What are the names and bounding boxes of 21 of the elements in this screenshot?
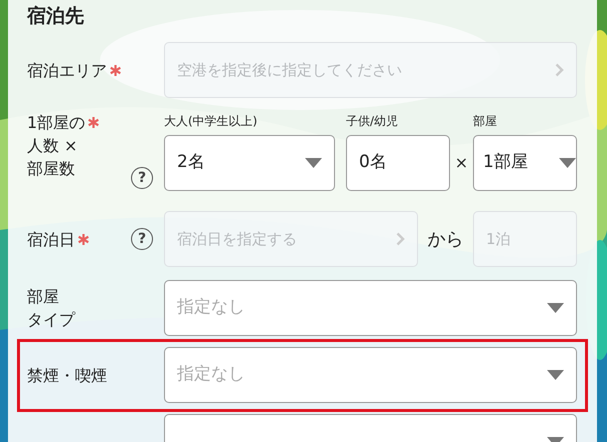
field-label: 1部屋の 人数 × 部屋数 [27, 112, 86, 180]
field-caption: 大人(中学生以上) [164, 113, 258, 129]
help-icon[interactable]: ? [131, 167, 153, 189]
caret-icon [547, 370, 564, 380]
field-label: 部屋 タイプ [27, 286, 75, 331]
caret-icon [547, 303, 564, 313]
field-label: 宿泊日 [27, 228, 75, 250]
section-title: 宿泊先 [27, 4, 84, 29]
field-label: 宿泊エリア [27, 60, 107, 82]
count-select[interactable]: 1部屋 [473, 135, 577, 191]
count-field[interactable]: 0名 [346, 135, 450, 191]
field-caption: 部屋 [473, 113, 498, 129]
chevron-icon [555, 63, 564, 77]
caret-icon [559, 158, 576, 168]
field-caption: 子供/幼児 [346, 113, 400, 129]
caret-icon [305, 158, 322, 168]
field-label: 禁煙・喫煙 [27, 364, 107, 386]
times-sign: × [454, 152, 470, 174]
chevron-icon [396, 232, 405, 246]
count-select[interactable]: 2名 [164, 135, 335, 191]
connector-text: から [426, 228, 464, 252]
